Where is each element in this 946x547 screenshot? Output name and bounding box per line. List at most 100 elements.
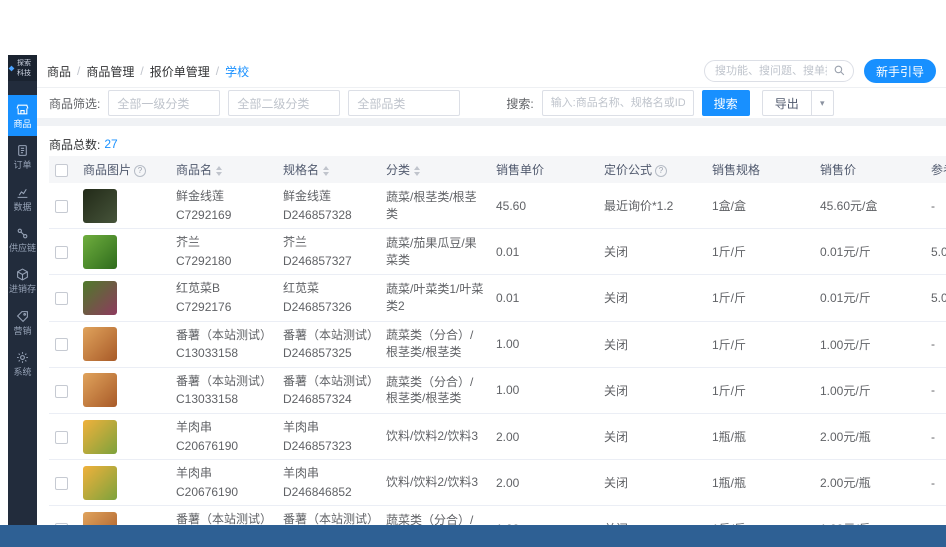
help-icon[interactable]: ? [655,164,668,177]
sidebar-item-marketing[interactable]: 营销 [8,302,37,343]
product-table-wrap: 商品图片? 商品名 规格名 分类 销售单价 定价公式? 销售规格 销售价 参考成 [49,156,946,525]
product-image[interactable] [83,188,117,223]
sidebar-item-orders[interactable]: 订单 [8,136,37,177]
gear-icon [17,352,28,363]
product-name: 鲜金线莲 [176,189,225,203]
category: 蔬菜类（分合）/根茎类/根茎类 [386,328,474,360]
category: 蔬菜/叶菜类1/叶菜类2 [386,282,484,313]
sidebar-item-supply-chain[interactable]: 供应链 [8,219,37,260]
pricing-formula: 关闭 [604,291,629,306]
export-button[interactable]: 导出 [763,91,811,115]
product-name: 羊肉串 [176,419,213,434]
help-search-input[interactable] [703,60,854,82]
breadcrumb-item[interactable]: 商品 [47,63,71,80]
product-image[interactable] [83,465,117,500]
product-search-input[interactable] [541,90,694,116]
sidebar-item-label: 订单 [13,160,32,171]
pricing-formula: 关闭 [604,337,629,352]
search-icon[interactable] [833,64,846,77]
table-row: 芥兰 C7292180 芥兰 D246857327 蔬菜/茄果瓜豆/果菜类 0.01… [49,228,946,276]
breadcrumb: 商品 / 商品管理 / 报价单管理 / 学校 [47,63,249,80]
sale-spec: 1瓶/瓶 [712,476,747,491]
ref-cost: - [931,475,935,490]
sort-icon[interactable] [216,165,223,176]
inventory-icon [17,268,28,281]
sort-icon[interactable] [323,165,330,176]
product-name: 红苋菜B [176,281,221,296]
sidebar: 探索科技 商品 订单 数据 供应链 进销存 营销 系统 [8,55,37,525]
chart-icon [17,188,28,198]
row-checkbox[interactable] [55,338,68,352]
breadcrumb-item-current[interactable]: 学校 [225,63,249,80]
sale-spec: 1瓶/瓶 [712,430,747,445]
product-image[interactable] [83,280,117,315]
pricing-formula: 关闭 [604,430,629,445]
sidebar-item-inventory[interactable]: 进销存 [8,260,37,301]
product-name: 羊肉串 [176,466,213,481]
product-image[interactable] [83,373,117,408]
spec-name: 羊肉串 [283,466,320,481]
ref-cost: - [931,337,935,352]
spec-code: D246857323 [283,438,352,453]
category-level3-select[interactable]: 全部品类 [348,90,461,116]
search-button[interactable]: 搜索 [701,90,750,116]
col-header-image: 商品图片 [83,163,132,177]
sort-icon[interactable] [414,165,421,176]
breadcrumb-item[interactable]: 商品管理 [86,63,134,80]
category-level2-select[interactable]: 全部二级分类 [228,90,341,116]
row-checkbox[interactable] [55,430,68,444]
pricing-formula: 关闭 [604,383,629,398]
table-row: 羊肉串 C20676190 羊肉串 D246857323 饮料/饮料2/饮料3 2.… [49,413,946,461]
sidebar-item-system[interactable]: 系统 [8,343,37,384]
sidebar-item-data[interactable]: 数据 [8,178,37,219]
col-header-unit-price: 销售单价 [496,163,545,177]
spec-name: 芥兰 [283,235,308,250]
select-all-checkbox[interactable] [55,163,68,177]
sale-price: 1.00元/斤 [820,383,871,398]
category: 蔬菜/茄果瓜豆/果菜类 [386,235,477,267]
sidebar-item-label: 进销存 [9,284,37,295]
table-row: 番薯（本站测试）C13033158 番薯（本站测试）D246846850 蔬菜类… [49,505,946,525]
row-checkbox[interactable] [55,199,68,213]
row-checkbox[interactable] [55,476,68,490]
product-code: C7292176 [176,299,232,314]
product-image[interactable] [83,234,117,269]
col-header-category: 分类 [386,163,411,177]
product-image[interactable] [83,419,117,454]
order-icon [18,145,27,157]
spec-code: D246857326 [283,299,352,314]
guide-button[interactable]: 新手引导 [863,59,936,83]
table-row: 番薯（本站测试） C13033158 番薯（本站测试） D246857325 蔬菜类… [49,321,946,368]
product-name: 番薯（本站测试） [176,512,271,525]
pricing-formula: 最近询价*1.2 [604,199,674,214]
sidebar-item-goods[interactable]: 商品 [8,95,37,137]
category: 蔬菜类（分合）/根茎类/根茎类 [386,513,474,525]
col-header-sale-spec: 销售规格 [712,163,761,177]
category: 饮料/饮料2/饮料3 [386,475,479,490]
breadcrumb-item[interactable]: 报价单管理 [150,63,210,80]
product-code: C13033158 [176,392,239,407]
filter-label: 商品筛选: [49,96,101,111]
row-checkbox[interactable] [55,292,68,306]
row-checkbox[interactable] [55,384,68,398]
product-image[interactable] [83,511,117,525]
spec-code: D246857325 [283,346,352,361]
app-logo: 探索科技 [8,55,37,81]
table-body: 鲜金线莲 C7292169 鲜金线莲 D246857328 蔬菜/根茎类/根茎类 4… [49,183,946,525]
sidebar-item-label: 系统 [13,367,32,378]
unit-price: 1.00 [496,383,520,398]
chevron-down-icon[interactable]: ▾ [810,91,833,115]
row-checkbox[interactable] [55,245,68,259]
export-split-button: 导出 ▾ [761,90,834,116]
product-image[interactable] [83,327,117,362]
help-icon[interactable]: ? [134,164,147,177]
topbar-right: 新手引导 [703,59,936,83]
sale-price: 0.01元/斤 [820,245,871,260]
table-header-row: 商品图片? 商品名 规格名 分类 销售单价 定价公式? 销售规格 销售价 参考成 [49,156,946,183]
sale-spec: 1斤/斤 [712,291,747,306]
category-level1-select[interactable]: 全部一级分类 [108,90,221,116]
sale-spec: 1斤/斤 [712,383,747,398]
spec-code: D246857324 [283,392,352,407]
filter-bar: 商品筛选: 全部一级分类 全部二级分类 全部品类 搜索: 搜索 导出 ▾ [37,88,946,126]
spec-code: D246846852 [283,484,352,499]
